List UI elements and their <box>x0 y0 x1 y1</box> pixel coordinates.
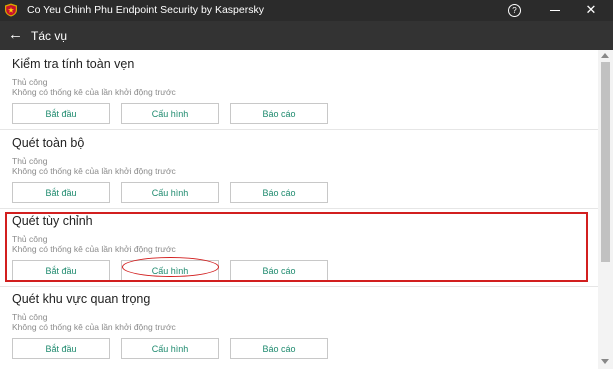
start-button[interactable]: Bắt đầu <box>12 338 110 359</box>
task-title: Kiểm tra tính toàn vẹn <box>12 57 135 71</box>
scroll-down-icon[interactable] <box>601 359 609 364</box>
page-title: Tác vụ <box>31 29 68 43</box>
back-arrow-icon[interactable]: ← <box>8 25 23 45</box>
divider <box>0 286 598 287</box>
task-mode: Thủ công <box>12 312 48 322</box>
help-icon[interactable]: ? <box>508 4 521 17</box>
window-title: Co Yeu Chinh Phu Endpoint Security by Ka… <box>27 4 264 16</box>
scroll-thumb[interactable] <box>601 62 610 262</box>
divider <box>0 129 598 130</box>
task-mode: Thủ công <box>12 77 48 87</box>
task-mode: Thủ công <box>12 156 48 166</box>
app-logo-icon <box>5 3 17 17</box>
start-button[interactable]: Bắt đầu <box>12 103 110 124</box>
scroll-up-icon[interactable] <box>601 53 609 58</box>
minimize-icon[interactable] <box>550 10 560 11</box>
configure-button[interactable]: Cấu hình <box>121 338 219 359</box>
scrollbar[interactable] <box>598 50 613 369</box>
report-button[interactable]: Báo cáo <box>230 338 328 359</box>
task-status: Không có thống kê của lần khởi động trướ… <box>12 87 176 97</box>
configure-button[interactable]: Cấu hình <box>121 103 219 124</box>
report-button[interactable]: Báo cáo <box>230 182 328 203</box>
task-title: Quét toàn bộ <box>12 136 85 150</box>
nav-bar: ← Tác vụ <box>0 21 613 50</box>
divider <box>0 208 598 209</box>
task-title: Quét khu vực quan trọng <box>12 292 151 306</box>
start-button[interactable]: Bắt đầu <box>12 182 110 203</box>
task-list: Kiểm tra tính toàn vẹn Thủ công Không có… <box>0 50 598 369</box>
task-status: Không có thống kê của lần khởi động trướ… <box>12 322 176 332</box>
title-bar: Co Yeu Chinh Phu Endpoint Security by Ka… <box>0 0 613 21</box>
highlight-box <box>5 212 588 282</box>
report-button[interactable]: Báo cáo <box>230 103 328 124</box>
configure-button[interactable]: Cấu hình <box>121 182 219 203</box>
task-status: Không có thống kê của lần khởi động trướ… <box>12 166 176 176</box>
highlight-ellipse <box>122 257 219 277</box>
close-icon[interactable]: ✕ <box>583 2 599 18</box>
